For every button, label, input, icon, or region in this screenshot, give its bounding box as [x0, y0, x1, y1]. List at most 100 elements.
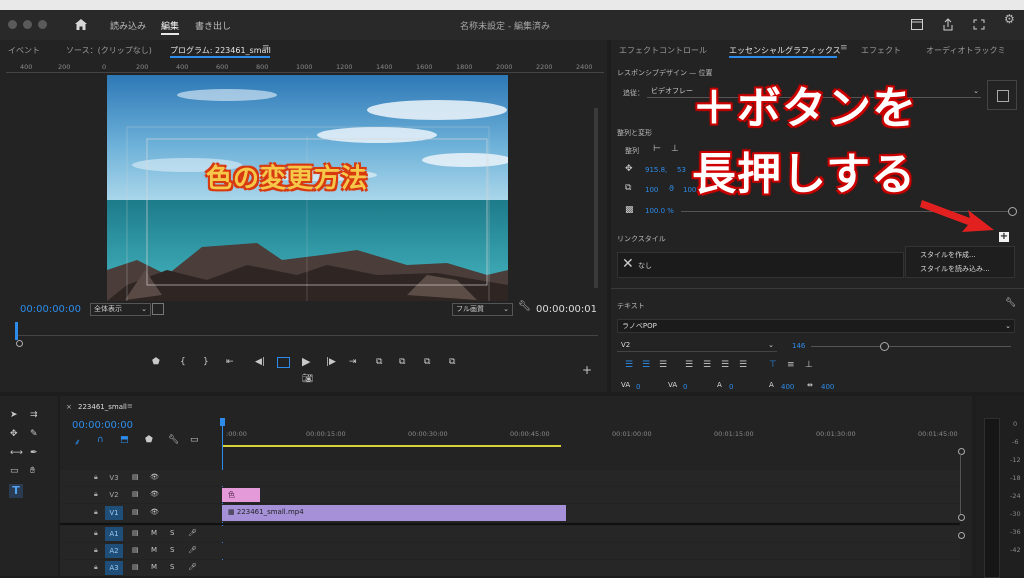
align-text-right-icon[interactable]: ☰ — [659, 360, 667, 370]
pin-widget[interactable] — [987, 80, 1017, 110]
align-center-icon[interactable]: ⊥ — [671, 144, 679, 154]
tab-program[interactable]: プログラム: 223461_small — [170, 45, 271, 56]
insert-icon[interactable]: ⧉ — [376, 357, 382, 367]
lift-icon[interactable]: ⧉ — [424, 357, 430, 367]
menu-import[interactable]: 読み込み — [110, 19, 146, 32]
font-style-select[interactable]: V2 ⌄ — [617, 339, 777, 352]
extract-icon[interactable]: ⧉ — [449, 357, 455, 367]
overwrite-icon[interactable]: ⧉ — [399, 357, 405, 367]
align-text-left-icon[interactable]: ☰ — [625, 360, 633, 370]
font-size-slider[interactable] — [811, 346, 1011, 347]
tab-events[interactable]: イベント — [8, 45, 40, 56]
slip-tool-icon[interactable]: ⟷ — [10, 448, 23, 458]
solo-button[interactable]: S — [170, 529, 174, 537]
step-back-icon[interactable]: ◀| — [255, 357, 265, 367]
font-size-value[interactable]: 146 — [792, 342, 805, 350]
tab-essential-graphics[interactable]: エッセンシャルグラフィックス — [729, 45, 841, 56]
tab-audio-track-mixer[interactable]: オーディオトラックミ — [926, 45, 1005, 56]
share-icon[interactable] — [942, 18, 954, 31]
mic-icon[interactable]: 🎤︎ — [188, 546, 197, 554]
playhead-marker[interactable] — [15, 322, 18, 340]
timeline-timecode[interactable]: 00:00:00:00 — [72, 420, 133, 431]
create-style-item[interactable]: スタイルを作成... — [920, 250, 976, 260]
solo-button[interactable]: S — [170, 546, 174, 554]
lock-icon[interactable]: 🔒︎ — [94, 546, 98, 555]
vertical-scrollbar[interactable] — [960, 454, 961, 514]
scrub-bar[interactable] — [16, 325, 598, 336]
scroll-handle[interactable] — [958, 532, 965, 539]
video-clip[interactable]: ▦ 223461_small.mp4 — [222, 505, 566, 521]
go-to-in-icon[interactable]: ⇤ — [226, 357, 234, 367]
mark-out-icon[interactable]: } — [203, 357, 209, 367]
wrench-icon[interactable]: 🔧︎ — [518, 301, 531, 312]
menu-edit[interactable]: 編集 — [161, 19, 179, 32]
lock-icon[interactable]: 🔒︎ — [94, 529, 98, 538]
program-timecode[interactable]: 00:00:00:00 — [20, 304, 81, 315]
close-window-button[interactable] — [8, 20, 17, 29]
close-sequence-icon[interactable]: × — [66, 403, 72, 411]
mute-button[interactable]: M — [151, 563, 157, 571]
snap-icon[interactable]: ⸙ — [74, 435, 81, 448]
selection-tool-icon[interactable]: ➤ — [10, 410, 18, 420]
fullscreen-icon[interactable] — [973, 19, 985, 30]
sync-icon[interactable]: ▤ — [132, 529, 139, 537]
lock-icon[interactable]: 🔒︎ — [94, 508, 98, 517]
zoom-select[interactable]: 全体表示 ⌄ — [90, 303, 151, 316]
quality-select[interactable]: フル画質 ⌄ — [452, 303, 513, 316]
track-label-a1[interactable]: A1 — [105, 527, 123, 541]
stop-icon[interactable] — [277, 357, 290, 368]
eye-icon[interactable]: 👁︎ — [150, 473, 159, 481]
load-style-item[interactable]: スタイルを読み込み... — [920, 264, 990, 274]
lock-icon[interactable]: 🔒︎ — [94, 473, 98, 482]
timeline-ruler[interactable]: :00:00 00:00:15:00 00:00:30:00 00:00:45:… — [222, 424, 960, 446]
tab-effects[interactable]: エフェクト — [861, 45, 901, 56]
hand-tool-icon[interactable]: ✋︎ — [30, 466, 35, 476]
sequence-tab[interactable]: 223461_small — [78, 403, 127, 411]
kerning-value[interactable]: 0 — [636, 383, 640, 391]
sync-icon[interactable]: ▤ — [132, 546, 139, 554]
play-icon[interactable]: ▶ — [302, 355, 310, 368]
lock-icon[interactable]: 🔒︎ — [94, 490, 98, 499]
baseline-value[interactable]: 400 — [781, 383, 794, 391]
align-left-icon[interactable]: ⊢ — [653, 144, 661, 154]
valign-bottom-icon[interactable]: ⊥ — [805, 360, 813, 370]
justify-icon[interactable]: ☰ — [739, 360, 747, 370]
mute-button[interactable]: M — [151, 529, 157, 537]
track-select-tool-icon[interactable]: ⇉ — [30, 410, 38, 420]
eye-icon[interactable]: 👁︎ — [150, 508, 159, 516]
wrench-icon[interactable]: 🔧︎ — [168, 435, 179, 445]
razor-tool-icon[interactable]: ✎ — [30, 429, 38, 439]
zoom-window-button[interactable] — [38, 20, 47, 29]
lock-icon[interactable]: 🔒︎ — [94, 563, 98, 572]
scroll-handle[interactable] — [958, 514, 965, 521]
sync-icon[interactable]: ▤ — [132, 563, 139, 571]
add-marker-icon[interactable]: ⬒ — [120, 435, 129, 445]
add-button-icon[interactable]: + — [582, 363, 592, 377]
marker-icon[interactable]: ⬟ — [145, 435, 153, 445]
mic-icon[interactable]: 🎤︎ — [188, 563, 197, 571]
tab-source[interactable]: ソース：(クリップなし) — [66, 45, 152, 56]
type-tool-icon[interactable]: T — [9, 484, 23, 498]
valign-center-icon[interactable]: ≡ — [787, 360, 795, 370]
style-box[interactable]: ✕ なし — [617, 252, 904, 278]
track-label-v2[interactable]: V2 — [105, 488, 123, 502]
track-label-a2[interactable]: A2 — [105, 544, 123, 558]
linked-selection-icon[interactable]: ∩ — [97, 435, 104, 445]
minimize-window-button[interactable] — [23, 20, 32, 29]
add-marker-icon[interactable]: ⬟ — [152, 357, 160, 367]
opacity-value[interactable]: 100.0 % — [645, 207, 674, 215]
pin-widget-center[interactable] — [997, 90, 1009, 102]
tab-menu-icon[interactable]: ≡ — [840, 43, 848, 53]
scale-value[interactable]: 100 — [645, 186, 658, 194]
mark-in-icon[interactable]: { — [180, 357, 186, 367]
sync-icon[interactable]: ▤ — [132, 508, 139, 516]
eye-icon[interactable]: 👁︎ — [150, 490, 159, 498]
plus-style-button[interactable]: + — [999, 232, 1009, 242]
captions-icon[interactable]: ▭ — [190, 435, 199, 445]
mute-button[interactable]: M — [151, 546, 157, 554]
justify-icon[interactable]: ☰ — [685, 360, 693, 370]
scroll-handle[interactable] — [16, 340, 23, 347]
link-icon[interactable]: ϑ — [669, 184, 674, 193]
mic-icon[interactable]: 🎤︎ — [188, 529, 197, 537]
tracking-value[interactable]: 0 — [683, 383, 687, 391]
